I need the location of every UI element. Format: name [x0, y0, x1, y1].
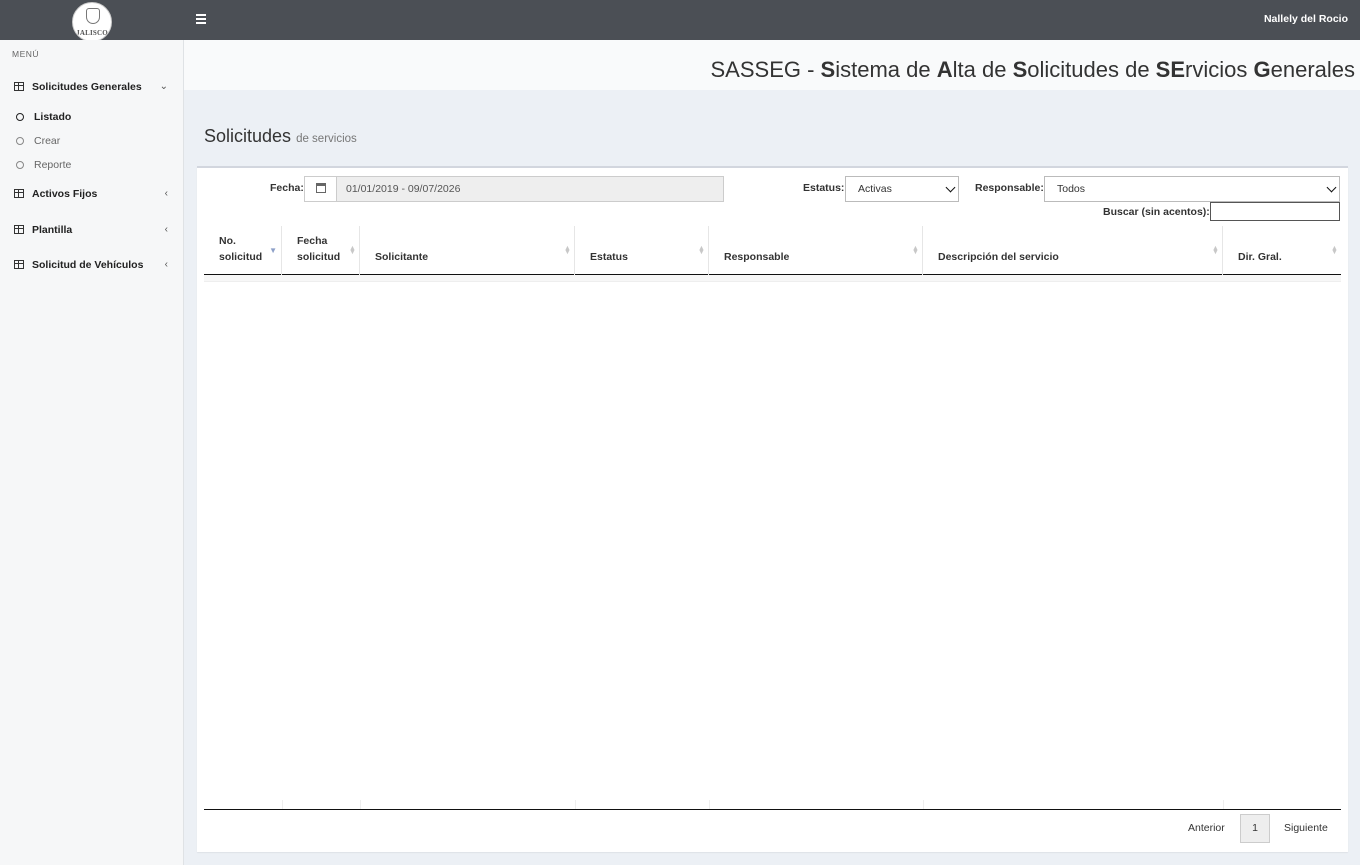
estatus-select-value: Activas — [858, 183, 892, 195]
column-header-estatus[interactable]: Estatus ▲▼ — [575, 226, 709, 275]
column-divider — [575, 800, 576, 809]
crest-icon — [86, 8, 100, 24]
sidebar-subitem-label: Listado — [34, 111, 72, 123]
sidebar-item-activos-fijos[interactable]: Activos Fijos ‹ — [0, 183, 184, 205]
search-input[interactable] — [1210, 202, 1340, 221]
system-title-bar: SASSEG - Sistema de Alta de Solicitudes … — [184, 40, 1360, 90]
sidebar-item-solicitudes-generales[interactable]: Solicitudes Generales ⌄ — [0, 76, 184, 98]
sort-desc-icon: ▼ — [269, 246, 277, 255]
responsable-label: Responsable: — [975, 182, 1044, 194]
table-footer-line — [204, 809, 1341, 810]
chevron-left-icon: ‹ — [164, 188, 168, 199]
calendar-icon — [316, 183, 326, 193]
sidebar-item-label: Solicitud de Vehículos — [32, 259, 144, 271]
sort-icon: ▲▼ — [1331, 245, 1338, 253]
sidebar-item-plantilla[interactable]: Plantilla ‹ — [0, 219, 184, 241]
menu-header: MENÚ — [12, 49, 40, 59]
column-header-responsable[interactable]: Responsable ▲▼ — [709, 226, 923, 275]
page-title-text: Solicitudes — [204, 126, 292, 146]
sort-icon: ▲▼ — [349, 245, 356, 253]
fecha-label: Fecha: — [270, 182, 304, 194]
column-header-no-solicitud[interactable]: No. solicitud ▼ — [204, 226, 282, 275]
table-header: No. solicitud ▼ Fecha solicitud ▲▼ Solicit… — [204, 226, 1341, 275]
sidebar-subitem-listado[interactable]: Listado — [0, 107, 184, 127]
column-header-solicitante[interactable]: Solicitante ▲▼ — [360, 226, 575, 275]
chevron-down-icon — [945, 182, 956, 193]
sidebar-subitem-crear[interactable]: Crear — [0, 131, 184, 151]
logo-text: JALISCO — [76, 29, 108, 37]
chevron-down-icon — [1326, 182, 1337, 193]
menu-toggle-icon[interactable] — [196, 14, 206, 24]
column-divider — [282, 800, 283, 809]
jalisco-logo[interactable]: JALISCO — [72, 2, 112, 42]
sidebar-item-solicitud-vehiculos[interactable]: Solicitud de Vehículos ‹ — [0, 254, 184, 276]
buscar-label: Buscar (sin acentos): — [1103, 206, 1210, 218]
sidebar-item-label: Activos Fijos — [32, 188, 98, 200]
sort-icon: ▲▼ — [912, 245, 919, 253]
page-title: Solicitudes de servicios — [204, 126, 357, 147]
column-header-fecha-solicitud[interactable]: Fecha solicitud ▲▼ — [282, 226, 360, 275]
column-header-dir-gral[interactable]: Dir. Gral. ▲▼ — [1223, 226, 1341, 275]
table-icon — [14, 82, 24, 91]
sort-icon: ▲▼ — [698, 245, 705, 253]
chevron-down-icon: ⌄ — [159, 81, 168, 92]
column-divider — [709, 800, 710, 809]
sidebar-subitem-label: Reporte — [34, 159, 72, 171]
column-header-descripcion[interactable]: Descripción del servicio ▲▼ — [923, 226, 1223, 275]
table-icon — [14, 260, 24, 269]
circle-icon — [16, 161, 24, 169]
responsable-select[interactable]: Todos — [1044, 176, 1340, 202]
sidebar-item-label: Solicitudes Generales — [32, 81, 142, 93]
column-divider — [1223, 800, 1224, 809]
chevron-left-icon: ‹ — [164, 259, 168, 270]
table-icon — [14, 189, 24, 198]
calendar-addon[interactable] — [305, 177, 337, 201]
column-divider — [360, 800, 361, 809]
pagination-page-1[interactable]: 1 — [1240, 814, 1270, 843]
sidebar-subitem-reporte[interactable]: Reporte — [0, 155, 184, 175]
user-name[interactable]: Nallely del Rocio — [1264, 13, 1348, 25]
chevron-left-icon: ‹ — [164, 224, 168, 235]
date-range-field[interactable] — [304, 176, 724, 202]
column-divider — [923, 800, 924, 809]
pagination-previous[interactable]: Anterior — [1188, 822, 1225, 834]
sidebar-item-label: Plantilla — [32, 224, 73, 236]
date-range-input[interactable] — [337, 177, 723, 201]
table-empty-row — [204, 275, 1341, 282]
responsable-select-value: Todos — [1057, 183, 1086, 195]
sort-icon: ▲▼ — [1212, 245, 1219, 253]
top-navbar: JALISCO Nallely del Rocio — [0, 0, 1360, 42]
page-subtitle: de servicios — [296, 133, 357, 145]
system-title: SASSEG - Sistema de Alta de Solicitudes … — [710, 57, 1356, 82]
circle-icon — [16, 137, 24, 145]
sort-icon: ▲▼ — [564, 245, 571, 253]
pagination-next[interactable]: Siguiente — [1284, 822, 1328, 834]
estatus-select[interactable]: Activas — [845, 176, 959, 202]
circle-icon — [16, 113, 24, 121]
sidebar-subitem-label: Crear — [34, 135, 61, 147]
sidebar: MENÚ Solicitudes Generales ⌄ Listado Cre… — [0, 40, 184, 865]
table-icon — [14, 225, 24, 234]
estatus-label: Estatus: — [803, 182, 845, 194]
